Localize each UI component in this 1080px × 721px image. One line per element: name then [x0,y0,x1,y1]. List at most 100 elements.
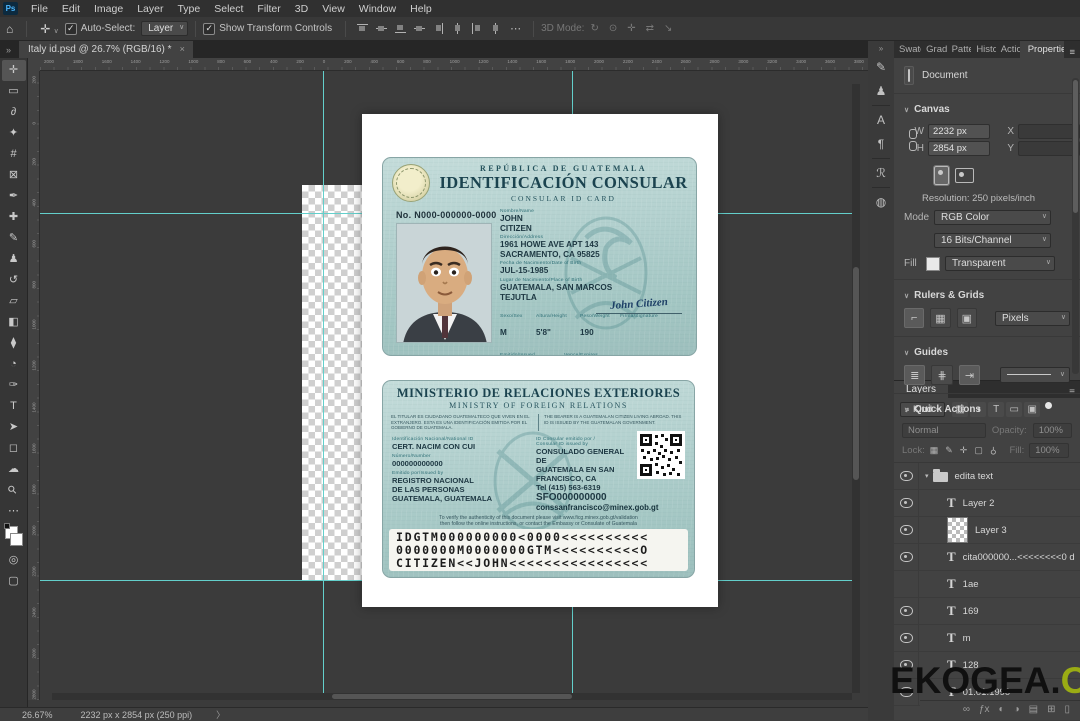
menu-edit[interactable]: Edit [55,3,87,15]
pasteboard[interactable]: REPÚBLICA DE GUATEMALA IDENTIFICACIÓN CO… [40,71,860,700]
lock-all-icon[interactable]: ⚲ [990,445,997,456]
tab-patte[interactable]: Patte [947,41,972,58]
lock-transparency-icon[interactable]: ▦ [930,445,939,456]
3d-drag-icon[interactable]: ✛ [627,23,635,34]
lock-position-icon[interactable]: ✛ [960,445,968,456]
panel-menu-icon[interactable]: ≡ [1064,47,1080,58]
blur-tool[interactable]: ⧫ [2,333,26,354]
healing-brush-tool[interactable]: ✚ [2,207,26,228]
3d-scale-icon[interactable]: ↘ [664,23,672,34]
toggle-snap-icon[interactable]: ▣ [956,308,977,328]
canvas-vertical-scrollbar[interactable] [852,84,860,693]
mode-dropdown[interactable]: RGB Color [934,210,1051,225]
menu-select[interactable]: Select [207,3,250,15]
document-page[interactable]: REPÚBLICA DE GUATEMALA IDENTIFICACIÓN CO… [362,114,718,607]
adjustment-layer-icon[interactable]: ◑ [1014,704,1020,715]
align-top-edges-icon[interactable] [356,22,369,35]
screen-mode-button[interactable]: ▢ [2,571,26,592]
lock-artboard-icon[interactable]: ▢ [974,445,983,456]
marquee-tool[interactable]: ▭ [2,81,26,102]
menu-3d[interactable]: 3D [288,3,315,15]
layer-row-5[interactable]: T 169 [894,598,1080,625]
guide-style-dropdown[interactable] [1000,367,1071,383]
gradient-tool[interactable]: ◧ [2,312,26,333]
expand-panels-icon[interactable]: » [879,40,883,55]
layer-visibility-toggle[interactable] [894,625,919,651]
layer-row-6[interactable]: Tm [894,625,1080,652]
hand-tool[interactable]: ☁ [2,459,26,480]
paragraph-panel-icon[interactable]: ¶ [870,133,892,155]
menu-window[interactable]: Window [352,3,403,15]
tab-histo[interactable]: Histo [971,41,995,58]
ruler-units-dropdown[interactable]: Pixels [994,310,1071,326]
properties-scrollbar[interactable] [1072,78,1079,374]
lock-pixels-icon[interactable]: ✎ [945,445,953,456]
layer-visibility-toggle[interactable] [894,463,919,489]
distribute-left-edges-icon[interactable] [432,22,445,35]
status-options-icon[interactable]: 〉 [216,708,225,721]
delete-layer-icon[interactable]: ▯ [1064,704,1070,715]
frame-tool[interactable]: ⊠ [2,165,26,186]
pen-tool[interactable]: ✑ [2,375,26,396]
3d-rotate-icon[interactable]: ↻ [590,23,598,34]
brush-tool[interactable]: ✎ [2,228,26,249]
menu-filter[interactable]: Filter [250,3,287,15]
character-panel-icon[interactable]: A [870,109,892,131]
zoom-level-field[interactable]: 26.67% [22,710,53,720]
show-transform-checkbox[interactable]: ✓ [203,22,216,35]
menu-view[interactable]: View [315,3,352,15]
3d-slide-icon[interactable]: ⇄ [646,23,654,34]
align-bottom-edges-icon[interactable] [394,22,407,35]
height-field[interactable]: 2854 px [928,141,990,156]
home-icon[interactable]: ⌂ [0,22,19,36]
background-color-swatch[interactable] [9,533,23,546]
lock-guides-icon[interactable]: ⋕ [931,365,953,385]
link-layers-icon[interactable]: ∞ [963,704,970,715]
bit-depth-dropdown[interactable]: 16 Bits/Channel [934,233,1051,248]
align-left-edges-icon[interactable] [413,22,426,35]
new-layer-icon[interactable]: ⊞ [1047,704,1055,715]
menu-help[interactable]: Help [403,3,439,15]
menu-image[interactable]: Image [87,3,130,15]
canvas-section-header[interactable]: ∨ Canvas [894,98,1080,118]
move-tool-preset-icon[interactable]: ✛ ∨ [34,22,65,36]
clone-stamp-tool[interactable]: ♟ [2,249,26,270]
layer-row-1[interactable]: T Layer 2 [894,490,1080,517]
fill-swatch[interactable] [926,256,940,271]
layer-effects-icon[interactable]: ƒx [979,704,990,715]
layer-visibility-toggle[interactable] [894,490,919,516]
history-brush-tool[interactable]: ↺ [2,270,26,291]
3d-roll-icon[interactable]: ⊙ [609,23,617,34]
rulers-grids-section-header[interactable]: ∨ Rulers & Grids [894,284,1080,304]
clone-source-panel-icon[interactable]: ♟ [870,80,892,102]
more-options-icon[interactable]: ⋯ [505,22,526,35]
eyedropper-tool[interactable]: ✒ [2,186,26,207]
tab-gradi[interactable]: Gradi [921,41,946,58]
brush-settings-panel-icon[interactable]: ✎ [870,56,892,78]
layer-visibility-toggle[interactable] [894,571,919,597]
edit-toolbar-icon[interactable]: ⋯ [2,501,26,522]
distribute-vertical-icon[interactable] [489,22,502,35]
guides-section-header[interactable]: ∨ Guides [894,341,1080,361]
glyphs-panel-icon[interactable]: ℛ [870,162,892,184]
move-tool[interactable]: ✛ [1,60,26,81]
path-select-tool[interactable]: ➤ [2,417,26,438]
zoom-tool[interactable]: ⚲ [2,480,26,501]
layer-row-0[interactable]: ▾ edita text [894,463,1080,490]
toggle-guides-icon[interactable]: ≣ [904,365,926,385]
layer-row-2[interactable]: Layer 3 [894,517,1080,544]
distribute-horizontal-centers-icon[interactable] [451,22,464,35]
libraries-panel-icon[interactable]: ◍ [870,191,892,213]
layer-row-4[interactable]: T 1ae [894,571,1080,598]
layers-fill-field[interactable]: 100% [1029,443,1069,458]
menu-type[interactable]: Type [170,3,207,15]
tab-actio[interactable]: Actio [996,41,1020,58]
layer-visibility-toggle[interactable] [894,598,919,624]
chevron-down-icon[interactable]: ▾ [925,472,929,480]
blend-mode-dropdown[interactable]: Normal [902,423,986,438]
distribute-right-edges-icon[interactable] [470,22,483,35]
shape-tool[interactable]: ◻ [2,438,26,459]
document-tab[interactable]: Italy id.psd @ 26.7% (RGB/16) * × [19,39,193,58]
new-group-icon[interactable]: ▤ [1029,704,1038,715]
menu-file[interactable]: File [24,3,55,15]
